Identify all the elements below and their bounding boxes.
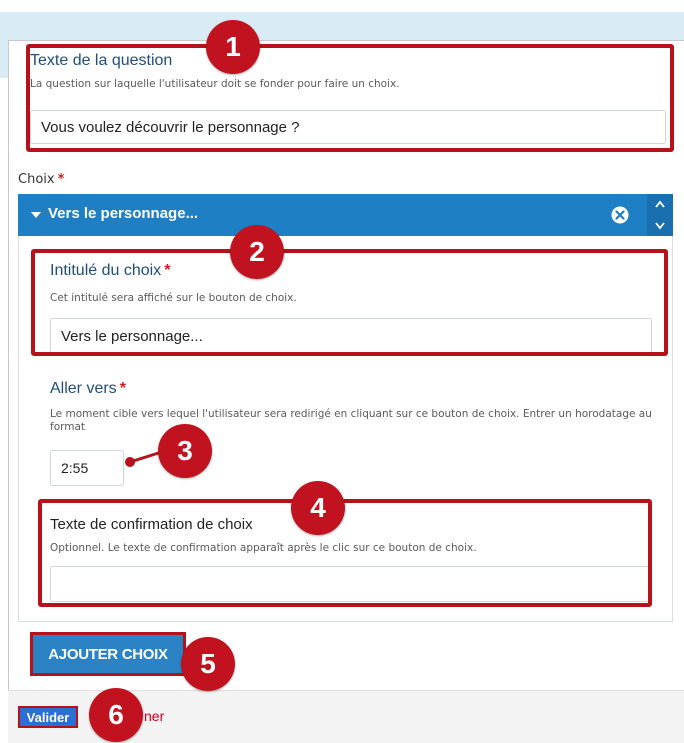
callout-2: 2 [230, 225, 284, 279]
callout-3: 3 [158, 424, 212, 478]
callout-4: 4 [291, 481, 345, 535]
callout-6: 6 [89, 688, 143, 742]
callout-5: 5 [181, 637, 235, 691]
callout-3-connector [125, 448, 169, 467]
callout-1: 1 [206, 20, 260, 74]
